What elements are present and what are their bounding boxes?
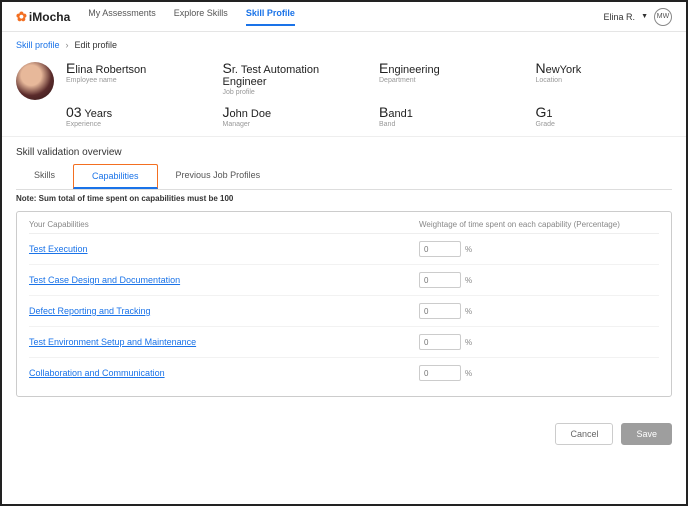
validation-note: Note: Sum total of time spent on capabil… xyxy=(2,190,686,207)
field-employee-name: Elina RobertsonEmployee name xyxy=(66,60,203,96)
logo-icon: ✿ xyxy=(16,9,27,25)
sub-tabs: Skills Capabilities Previous Job Profile… xyxy=(16,164,672,190)
col-capabilities: Your Capabilities xyxy=(29,220,419,229)
capability-row: Test Execution % xyxy=(29,234,659,265)
breadcrumb-current: Edit profile xyxy=(75,40,118,50)
brand-logo[interactable]: ✿ iMocha xyxy=(16,9,70,25)
weight-input[interactable] xyxy=(419,365,461,381)
capability-link[interactable]: Defect Reporting and Tracking xyxy=(29,306,419,316)
percent-label: % xyxy=(465,307,472,316)
user-menu[interactable]: Elina R. ▼ MW xyxy=(604,8,672,26)
section-title: Skill validation overview xyxy=(2,137,686,164)
field-grade: G1Grade xyxy=(536,104,673,128)
col-weightage: Weightage of time spent on each capabili… xyxy=(419,220,659,229)
capability-link[interactable]: Test Environment Setup and Maintenance xyxy=(29,337,419,347)
profile-header: Elina RobertsonEmployee name Sr. Test Au… xyxy=(2,56,686,137)
capability-row: Test Environment Setup and Maintenance % xyxy=(29,327,659,358)
top-bar: ✿ iMocha My Assessments Explore Skills S… xyxy=(2,2,686,32)
capability-row: Collaboration and Communication % xyxy=(29,358,659,388)
capability-row: Test Case Design and Documentation % xyxy=(29,265,659,296)
field-job-profile: Sr. Test Automation EngineerJob profile xyxy=(223,60,360,96)
breadcrumb-root[interactable]: Skill profile xyxy=(16,40,60,50)
save-button[interactable]: Save xyxy=(621,423,672,445)
capabilities-panel: Your Capabilities Weightage of time spen… xyxy=(16,211,672,397)
chevron-right-icon: › xyxy=(66,40,69,50)
tab-capabilities[interactable]: Capabilities xyxy=(73,164,158,189)
tab-skills[interactable]: Skills xyxy=(16,164,73,189)
weight-input[interactable] xyxy=(419,272,461,288)
tab-previous-job-profiles[interactable]: Previous Job Profiles xyxy=(158,164,279,189)
percent-label: % xyxy=(465,369,472,378)
avatar: MW xyxy=(654,8,672,26)
capability-link[interactable]: Test Case Design and Documentation xyxy=(29,275,419,285)
weight-input[interactable] xyxy=(419,334,461,350)
footer-actions: Cancel Save xyxy=(2,409,686,459)
weight-input[interactable] xyxy=(419,303,461,319)
weight-input[interactable] xyxy=(419,241,461,257)
field-location: NewYorkLocation xyxy=(536,60,673,96)
field-department: EngineeringDepartment xyxy=(379,60,516,96)
brand-text: iMocha xyxy=(29,10,70,24)
percent-label: % xyxy=(465,245,472,254)
capabilities-header: Your Capabilities Weightage of time spen… xyxy=(29,220,659,234)
field-experience: 03 YearsExperience xyxy=(66,104,203,128)
capability-row: Defect Reporting and Tracking % xyxy=(29,296,659,327)
user-name: Elina R. xyxy=(604,12,636,22)
nav-skill-profile[interactable]: Skill Profile xyxy=(246,8,295,26)
main-nav: My Assessments Explore Skills Skill Prof… xyxy=(88,8,603,26)
chevron-down-icon: ▼ xyxy=(641,13,648,20)
percent-label: % xyxy=(465,276,472,285)
cancel-button[interactable]: Cancel xyxy=(555,423,613,445)
percent-label: % xyxy=(465,338,472,347)
capability-link[interactable]: Collaboration and Communication xyxy=(29,368,419,378)
nav-my-assessments[interactable]: My Assessments xyxy=(88,8,156,26)
breadcrumb: Skill profile › Edit profile xyxy=(2,32,686,56)
capability-link[interactable]: Test Execution xyxy=(29,244,419,254)
nav-explore-skills[interactable]: Explore Skills xyxy=(174,8,228,26)
field-manager: John DoeManager xyxy=(223,104,360,128)
field-band: Band1Band xyxy=(379,104,516,128)
profile-details: Elina RobertsonEmployee name Sr. Test Au… xyxy=(66,60,672,128)
profile-photo xyxy=(16,62,54,100)
